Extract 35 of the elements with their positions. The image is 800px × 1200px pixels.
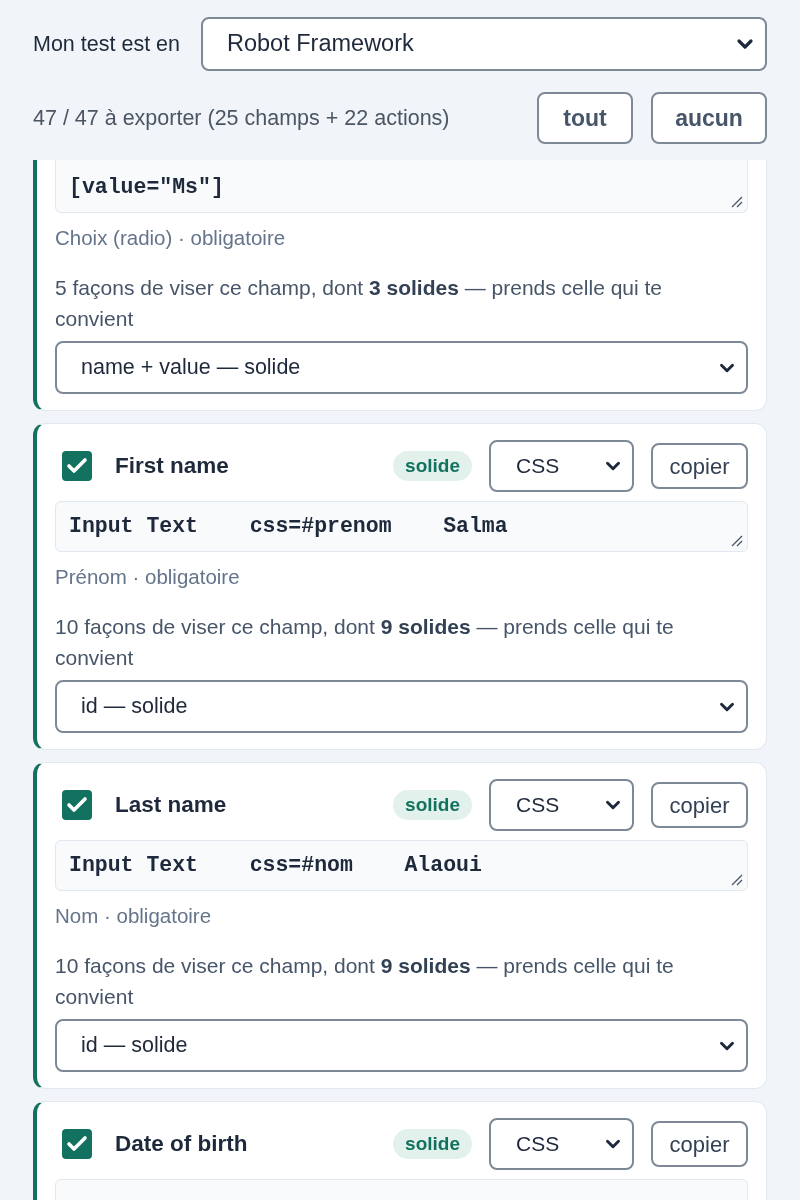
status-badge: solide [393,790,472,820]
select-all-button[interactable]: tout [537,92,633,144]
select-none-button[interactable]: aucun [651,92,767,144]
locator-hint-text: 5 façons de viser ce champ, dont 3 solides — prends celle qui te convient [55,275,663,332]
syntax-select[interactable]: CSS [489,1118,634,1170]
code-field[interactable]: Input Text css=#nom Alaoui [55,840,748,891]
locator-select[interactable]: id — solide [55,680,748,733]
locator-hint-text: 10 façons de viser ce champ, dont 9 solides — prends celle qui te convient [55,953,675,1010]
export-count-text: 47 / 47 à exporter (25 champs + 22 actions) [33,104,450,132]
copy-button[interactable]: copier [651,443,748,489]
resize-handle-icon[interactable] [731,874,743,886]
status-badge: solide [393,451,472,481]
status-badge: solide [393,1129,472,1159]
locator-select[interactable]: name + value — solide [55,341,748,394]
syntax-select[interactable]: CSS [489,440,634,492]
framework-select[interactable]: Robot Framework [201,17,767,71]
checkbox[interactable] [62,1129,92,1159]
field-title: Date of birth [115,1130,248,1159]
syntax-select[interactable]: CSS [489,779,634,831]
field-title: Last name [115,791,227,820]
language-label: Mon test est en [33,31,180,56]
copy-button[interactable]: copier [651,782,748,828]
code-field[interactable]: [value="Ms"] [55,160,748,213]
field-title: First name [115,452,229,481]
checkbox[interactable] [62,790,92,820]
field-meta-text: Prénom · obligatoire [55,565,241,589]
checkbox[interactable] [62,451,92,481]
code-field[interactable]: Input Text css=#prenom Salma [55,501,748,552]
copy-button[interactable]: copier [651,1121,748,1167]
resize-handle-icon[interactable] [731,535,743,547]
locator-select[interactable]: id — solide [55,1019,748,1072]
locator-hint-text: 10 façons de viser ce champ, dont 9 solides — prends celle qui te convient [55,614,675,671]
resize-handle-icon[interactable] [731,196,743,208]
field-meta-text: Nom · obligatoire [55,904,213,928]
field-meta-text: Choix (radio) · obligatoire [55,226,287,250]
